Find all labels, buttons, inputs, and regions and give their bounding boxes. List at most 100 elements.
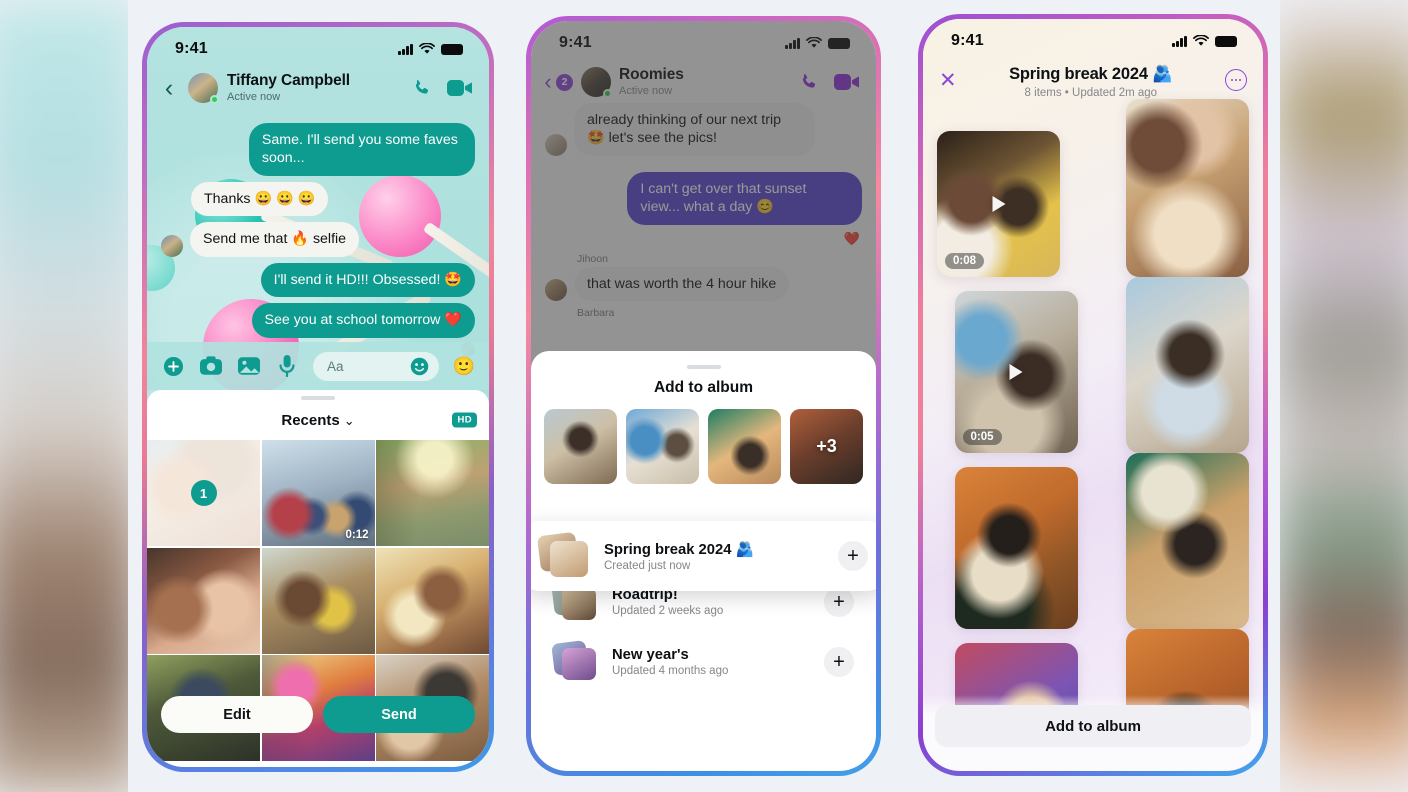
message-bubble[interactable]: Same. I'll send you some faves soon... — [248, 123, 475, 176]
send-button[interactable]: Send — [323, 696, 475, 733]
plus-icon[interactable]: + — [824, 587, 854, 617]
status-clock: 9:41 — [175, 40, 208, 57]
camera-icon[interactable] — [199, 354, 223, 378]
status-badge[interactable]: HD — [452, 412, 477, 428]
page-title: Spring break 2024 🫂 — [1009, 65, 1173, 83]
photo-cell[interactable]: 0:12 — [261, 440, 375, 546]
battery-icon — [1215, 35, 1237, 47]
play-icon — [1009, 364, 1023, 380]
message-row: I'll send it HD!!! Obsessed! 🤩 — [147, 262, 489, 298]
photo-icon[interactable] — [237, 354, 261, 378]
album-media-grid: 0:08 0:05 — [923, 99, 1263, 771]
media-item[interactable]: 0:08 — [937, 131, 1061, 277]
media-item[interactable] — [954, 467, 1078, 629]
avatar[interactable] — [161, 234, 183, 257]
edit-button[interactable]: Edit — [161, 696, 313, 733]
thumbnail-more[interactable]: +3 — [790, 409, 863, 484]
photo-cell[interactable] — [376, 440, 489, 546]
cellular-bars-icon — [398, 43, 413, 55]
plus-icon[interactable]: + — [824, 647, 854, 677]
album-header: ✕ Spring break 2024 🫂 8 items • Updated … — [923, 63, 1263, 99]
phone-3-album-detail: 9:41 ✕ Spring break 2024 🫂 8 items • Upd… — [918, 14, 1268, 776]
message-bubble[interactable]: Send me that 🔥 selfie — [190, 222, 360, 257]
presence-status: Active now — [227, 90, 281, 103]
thumbnail[interactable] — [544, 409, 617, 484]
photo-cell[interactable] — [147, 547, 260, 654]
media-item[interactable]: 0:05 — [954, 291, 1078, 453]
status-bar: 9:41 — [923, 19, 1263, 63]
album-meta: Updated 4 months ago — [612, 665, 729, 677]
play-icon — [992, 196, 1006, 212]
phones-stage: 9:41 ‹ Tiffany Campbell Active now Same.… — [128, 0, 1280, 792]
media-item[interactable] — [1125, 453, 1249, 629]
more-horizontal-icon[interactable] — [1225, 69, 1247, 91]
slightly-smiling-face-emoji[interactable]: 🙂 — [453, 357, 475, 375]
video-duration: 0:05 — [962, 429, 1002, 445]
online-status-dot — [210, 95, 219, 105]
album-footer: Add to album — [923, 695, 1263, 771]
message-bubble[interactable]: I'll send it HD!!! Obsessed! 🤩 — [260, 262, 475, 298]
phone-call-icon[interactable] — [411, 77, 433, 99]
chevron-down-icon: ⌄ — [343, 412, 355, 428]
album-meta: 8 items • Updated 2m ago — [1024, 87, 1158, 99]
photo-cell[interactable] — [261, 547, 375, 654]
sheet-title: Add to album — [653, 379, 754, 396]
more-count-label: +3 — [816, 436, 837, 456]
emoji-smiley-icon[interactable] — [410, 357, 429, 376]
plus-icon[interactable]: + — [838, 541, 868, 571]
album-name: Spring break 2024 🫂 — [604, 542, 755, 558]
photo-picker-tray: Recents ⌄ HD 1 0:12 Edit Send — [147, 390, 489, 767]
status-bar: 9:41 — [147, 27, 489, 71]
plus-circle-icon[interactable] — [161, 354, 185, 378]
wifi-icon — [419, 43, 435, 54]
input-placeholder: Aa — [327, 358, 344, 374]
message-row: Same. I'll send you some faves soon... — [147, 123, 489, 176]
selected-thumbnails: +3 — [531, 409, 876, 502]
message-bubble[interactable]: See you at school tomorrow ❤️ — [251, 303, 475, 338]
album-cover-stack — [551, 640, 599, 682]
close-x-icon[interactable]: ✕ — [939, 70, 957, 91]
message-row: Thanks 😀 😀 😀 — [147, 181, 489, 217]
sheet-grabber[interactable] — [686, 365, 721, 369]
message-row: See you at school tomorrow ❤️ — [147, 303, 489, 338]
video-duration: 0:12 — [345, 529, 369, 541]
phone-2-add-to-album: 9:41 ‹ 2 — [526, 16, 881, 776]
video-duration: 0:08 — [945, 253, 985, 269]
avatar[interactable] — [188, 73, 219, 105]
media-item[interactable] — [1125, 99, 1249, 277]
thumbnail[interactable] — [708, 409, 781, 484]
tray-source-selector[interactable]: Recents ⌄ — [281, 412, 354, 429]
thumbnail[interactable] — [626, 409, 699, 484]
battery-icon — [441, 43, 463, 55]
message-bubble[interactable]: Thanks 😀 😀 😀 — [191, 181, 329, 217]
cellular-bars-icon — [1172, 35, 1187, 47]
chat-header: ‹ Tiffany Campbell Active now — [147, 71, 489, 110]
message-list: Same. I'll send you some faves soon... T… — [147, 123, 489, 362]
video-camera-icon[interactable] — [447, 78, 473, 98]
message-row: Send me that 🔥 selfie — [147, 222, 489, 257]
tray-actions: Edit Send — [161, 696, 475, 733]
background-blur-right — [1278, 0, 1408, 792]
message-composer: Aa 🙂 — [147, 342, 489, 390]
media-item[interactable] — [1125, 277, 1249, 453]
status-clock: 9:41 — [951, 32, 984, 49]
album-meta: Updated 2 weeks ago — [612, 605, 724, 617]
tray-source-label: Recents — [281, 411, 340, 429]
album-meta: Created just now — [604, 560, 691, 572]
album-row[interactable]: New year's Updated 4 months ago + — [531, 632, 876, 692]
back-button[interactable]: ‹ — [159, 75, 179, 101]
add-to-album-button[interactable]: Add to album — [935, 705, 1251, 747]
album-name: New year's — [612, 647, 689, 663]
tray-header: Recents ⌄ HD — [147, 400, 489, 440]
microphone-icon[interactable] — [275, 354, 299, 378]
selection-badge: 1 — [190, 480, 217, 506]
photo-cell[interactable] — [376, 547, 489, 654]
phone-1-chat: 9:41 ‹ Tiffany Campbell Active now Same.… — [142, 22, 494, 772]
background-blur-left — [0, 0, 140, 792]
photo-cell[interactable]: 1 — [147, 440, 260, 546]
album-cover-stack — [536, 531, 591, 578]
wifi-icon — [1193, 35, 1209, 46]
page-title: Tiffany Campbell — [227, 72, 350, 89]
search-input[interactable]: Aa — [313, 351, 439, 381]
album-row-highlighted[interactable]: Spring break 2024 🫂 Created just now + — [531, 521, 876, 591]
